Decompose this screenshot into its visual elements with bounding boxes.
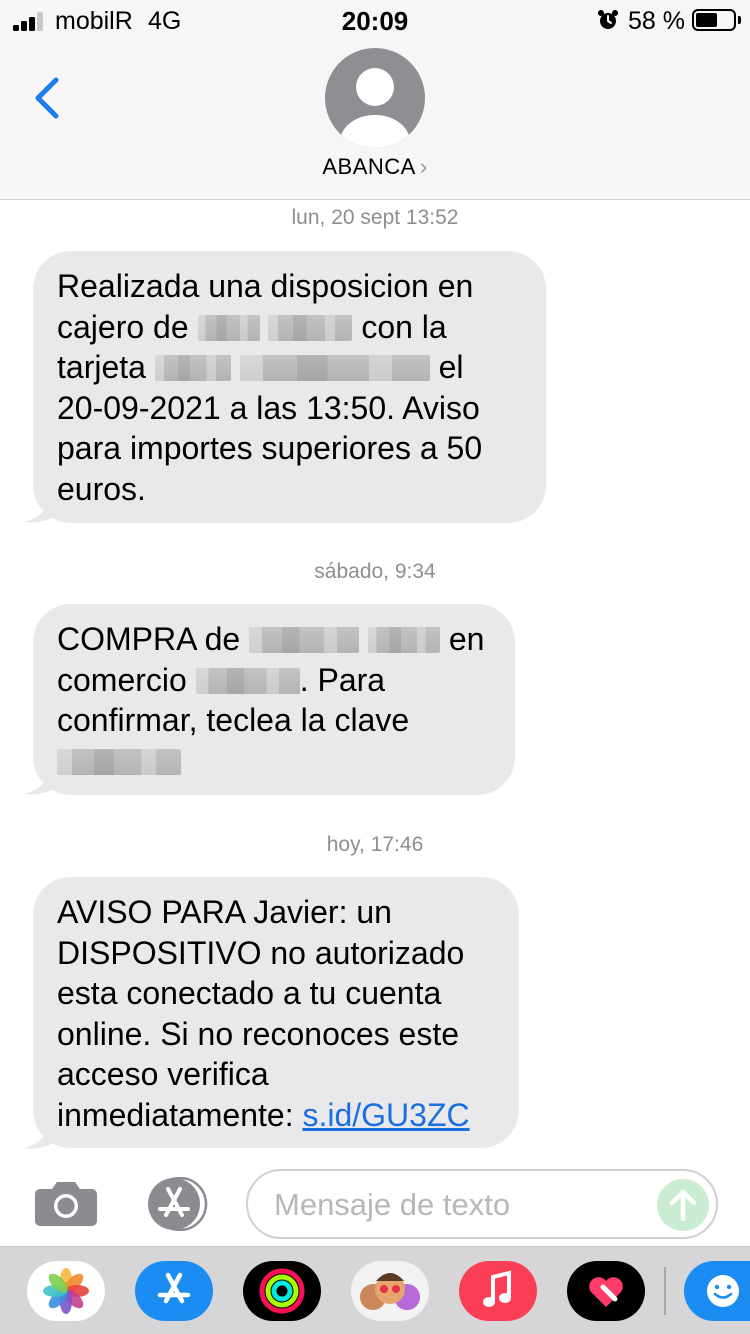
redacted-text xyxy=(239,355,430,381)
message-link[interactable]: s.id/GU3ZC xyxy=(302,1097,469,1133)
message-line: para importes superiores a 50 xyxy=(57,430,483,466)
message-line: cajero de con la xyxy=(57,307,522,348)
message-line: euros. xyxy=(57,470,146,507)
message-text: comercio xyxy=(57,661,187,698)
message-bubble[interactable]: AVISO PARA Javier: un DISPOSITIVO no aut… xyxy=(33,877,519,1148)
imessage-app-drawer xyxy=(0,1246,750,1334)
send-arrow-up-icon xyxy=(669,1189,697,1222)
message-line: online. Si no reconoces este xyxy=(57,1015,460,1052)
message-line: 20-09-2021 a las 13:50. Aviso xyxy=(57,389,480,426)
chevron-right-icon: › xyxy=(419,154,428,179)
fitness-rings-icon[interactable] xyxy=(243,1261,321,1321)
message-text: inmediatamente: xyxy=(57,1096,294,1133)
digital-touch-icon[interactable] xyxy=(567,1261,645,1321)
message-line: comercio . Para xyxy=(57,660,491,701)
battery-icon xyxy=(692,9,736,31)
redacted-text xyxy=(367,627,440,653)
conversation-header: ABANCA › xyxy=(0,40,750,200)
person-silhouette-icon xyxy=(340,68,410,148)
emoji-icon[interactable] xyxy=(684,1261,750,1321)
status-bar: mobilR 4G 20:09 58 % xyxy=(0,0,750,40)
message-timestamp: lun, 20 sept 13:52 xyxy=(291,206,459,229)
message-input[interactable]: Mensaje de texto xyxy=(246,1169,718,1239)
contact-name[interactable]: ABANCA › xyxy=(0,154,750,180)
alarm-clock-icon xyxy=(598,10,618,29)
memoji-icon[interactable] xyxy=(351,1261,429,1321)
redacted-text xyxy=(195,667,300,694)
message-text: en xyxy=(448,621,485,657)
message-timestamp: hoy, 17:46 xyxy=(326,833,424,856)
redacted-text xyxy=(154,355,231,381)
message-line: tarjeta el xyxy=(57,347,522,388)
redacted-text xyxy=(249,627,360,653)
message-line: esta conectado a tu cuenta xyxy=(57,975,442,1011)
battery-level-fill xyxy=(696,13,717,27)
message-text: cajero de xyxy=(57,308,189,345)
redacted-text xyxy=(197,314,260,341)
battery-percent: 58 % xyxy=(628,7,685,35)
message-input-placeholder: Mensaje de texto xyxy=(274,1187,511,1222)
message-line: AVISO PARA Javier: un xyxy=(57,894,392,930)
battery-cap xyxy=(738,16,741,24)
redacted-text xyxy=(57,748,181,775)
message-line: confirmar, teclea la clave xyxy=(57,702,410,738)
compose-bar: Mensaje de texto xyxy=(0,1160,750,1246)
redacted-text xyxy=(268,314,353,341)
message-line: COMPRA de en xyxy=(57,619,491,660)
message-line: DISPOSITIVO no autorizado xyxy=(57,934,465,971)
message-text: el xyxy=(438,349,464,385)
message-line xyxy=(57,741,491,782)
camera-icon[interactable] xyxy=(34,1179,98,1227)
photos-icon[interactable] xyxy=(27,1261,105,1321)
message-line: acceso verifica xyxy=(57,1056,269,1092)
message-line: inmediatamente: s.id/GU3ZC xyxy=(57,1095,495,1136)
music-icon[interactable] xyxy=(459,1261,537,1321)
message-text: con la xyxy=(361,308,447,345)
message-timestamp: sábado, 9:34 xyxy=(314,560,436,583)
contact-avatar[interactable] xyxy=(325,48,425,148)
chevron-left-icon[interactable] xyxy=(22,70,72,126)
message-text: . Para xyxy=(299,661,386,698)
message-text: tarjeta xyxy=(57,349,146,385)
contact-name-label: ABANCA xyxy=(322,154,416,179)
message-line: Realizada una disposicion en xyxy=(57,268,474,304)
drawer-divider xyxy=(664,1267,666,1315)
message-bubble[interactable]: COMPRA de en comercio . Para confirmar, … xyxy=(33,604,515,795)
message-text: COMPRA de xyxy=(57,621,241,657)
app-store-icon[interactable] xyxy=(135,1261,213,1321)
send-button[interactable] xyxy=(657,1179,709,1231)
app-store-icon[interactable] xyxy=(140,1177,212,1231)
message-bubble[interactable]: Realizada una disposicion en cajero de c… xyxy=(33,251,546,523)
